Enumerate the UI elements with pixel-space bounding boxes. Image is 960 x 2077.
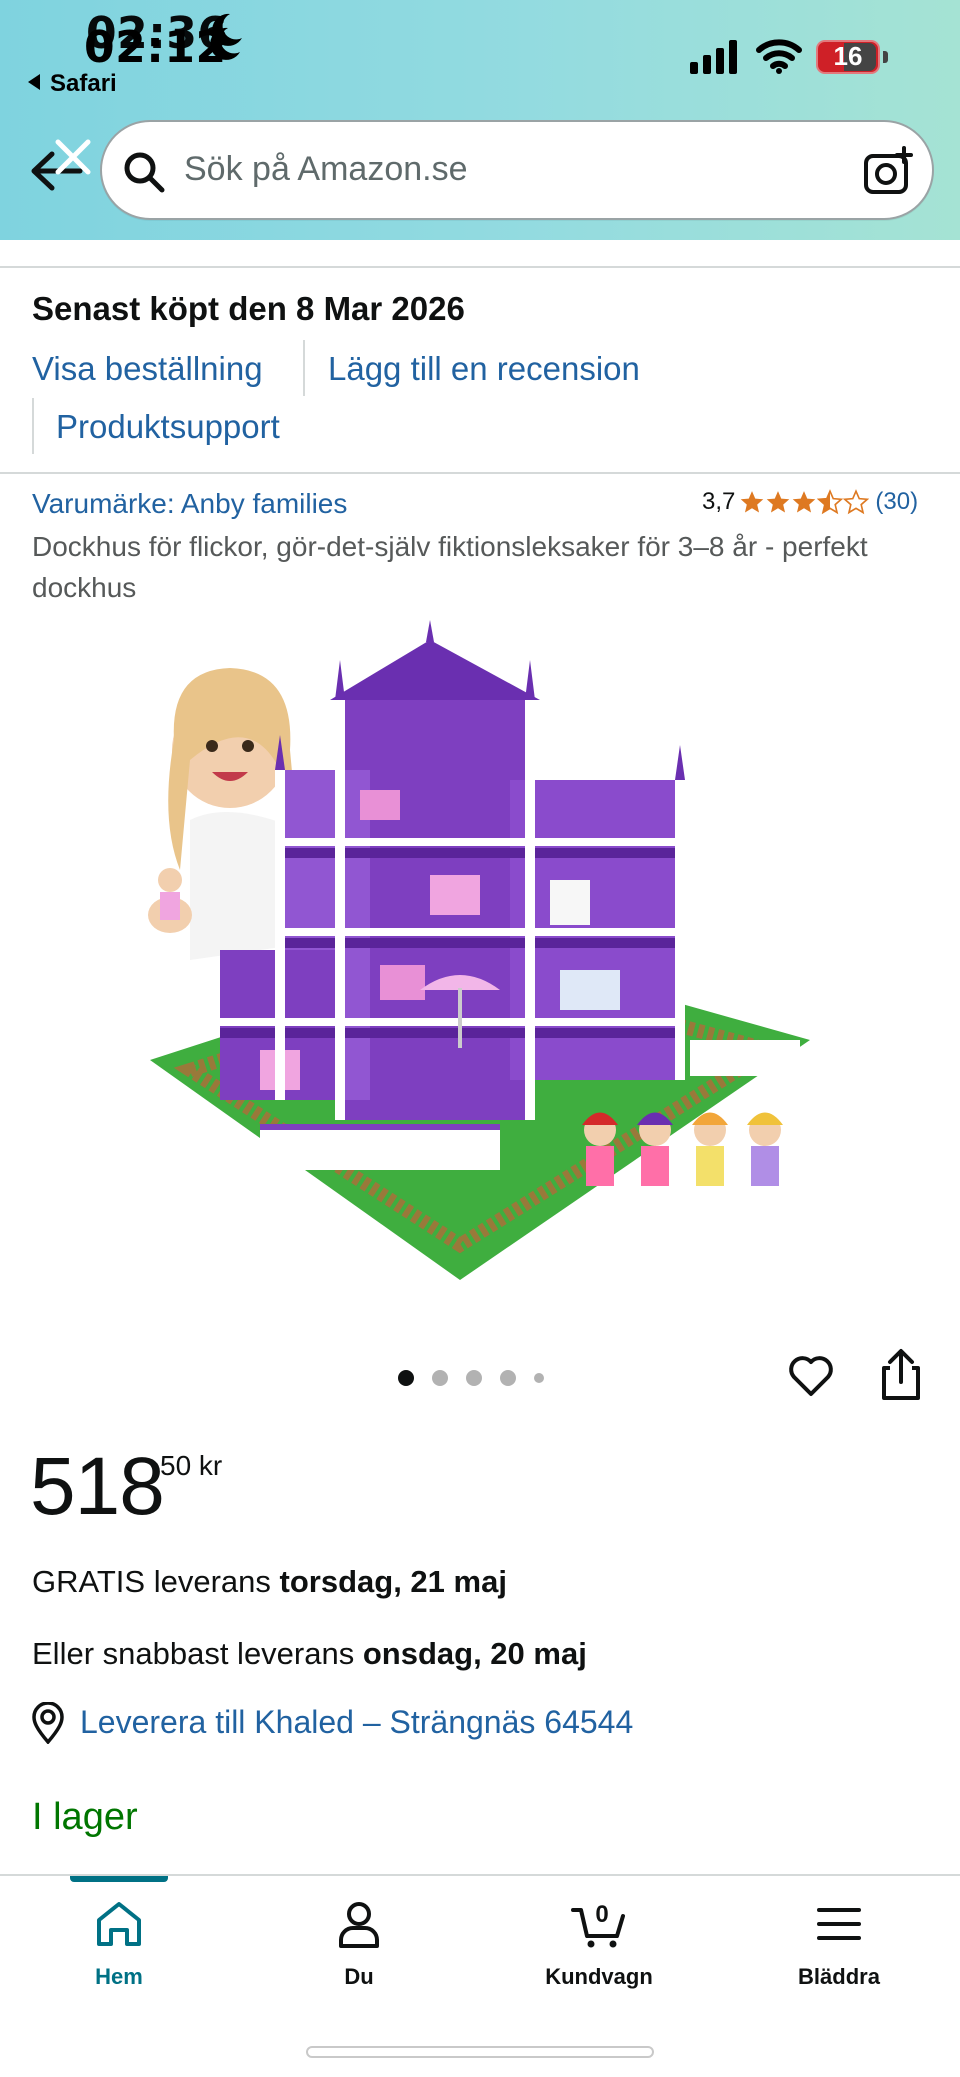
star-full-icon bbox=[767, 491, 790, 513]
wifi-icon bbox=[756, 39, 802, 74]
image-carousel-dots[interactable] bbox=[398, 1368, 544, 1388]
divider bbox=[32, 398, 34, 454]
carousel-dot[interactable] bbox=[534, 1373, 544, 1383]
share-icon[interactable] bbox=[876, 1348, 926, 1402]
star-rating-icon bbox=[739, 489, 870, 515]
carousel-dot[interactable] bbox=[500, 1370, 516, 1386]
product-title: Dockhus för flickor, gör-det-själv fikti… bbox=[32, 531, 868, 603]
star-full-icon bbox=[741, 491, 764, 513]
product-support-link[interactable]: Produktsupport bbox=[56, 408, 280, 446]
tab-home[interactable]: Hem bbox=[19, 1896, 219, 1990]
carousel-dot[interactable] bbox=[466, 1370, 482, 1386]
star-half-icon bbox=[817, 489, 844, 515]
home-icon bbox=[97, 1902, 141, 1946]
active-tab-indicator bbox=[70, 1876, 168, 1882]
person-icon bbox=[339, 1902, 379, 1948]
tab-browse[interactable]: Bläddra bbox=[739, 1896, 939, 1990]
brand-link[interactable]: Varumärke: Anby families bbox=[32, 488, 347, 520]
location-pin-icon bbox=[32, 1702, 64, 1744]
carousel-dot[interactable] bbox=[432, 1370, 448, 1386]
signal-icon bbox=[690, 40, 737, 74]
menu-icon bbox=[817, 1908, 861, 1940]
tab-label: Kundvagn bbox=[545, 1964, 653, 1989]
star-empty-icon bbox=[843, 489, 870, 515]
free-delivery-date: torsdag, 21 maj bbox=[279, 1564, 507, 1599]
camera-icon[interactable] bbox=[862, 146, 914, 198]
divider bbox=[0, 472, 960, 474]
carousel-dot[interactable] bbox=[398, 1370, 414, 1386]
view-order-link[interactable]: Visa beställning bbox=[32, 350, 263, 388]
battery-icon: 16 bbox=[816, 40, 888, 74]
tab-label: Hem bbox=[95, 1964, 143, 1989]
rating-summary[interactable]: 3,7 (30) bbox=[702, 488, 918, 516]
tab-label: Bläddra bbox=[798, 1964, 880, 1989]
tab-label: Du bbox=[344, 1964, 374, 1989]
divider bbox=[0, 266, 960, 268]
search-icon bbox=[124, 152, 165, 193]
rating-value: 3,7 bbox=[702, 488, 736, 515]
fast-delivery-prefix: Eller snabbast leverans bbox=[32, 1636, 363, 1671]
back-app-label: Safari bbox=[50, 70, 117, 97]
price-whole: 518 bbox=[30, 1441, 165, 1532]
moon-icon bbox=[210, 27, 240, 60]
battery-level: 16 bbox=[833, 41, 863, 71]
last-bought-label: Senast köpt den 8 Mar 2026 bbox=[32, 290, 465, 327]
star-full-icon bbox=[793, 491, 816, 513]
back-triangle-icon bbox=[28, 74, 40, 90]
cart-icon: 0 bbox=[571, 1901, 625, 1948]
search-input[interactable]: Sök på Amazon.se bbox=[184, 150, 468, 189]
price: 518 50 kr bbox=[30, 1440, 222, 1534]
search-bar[interactable]: Sök på Amazon.se bbox=[100, 120, 934, 220]
free-delivery-prefix: GRATIS leverans bbox=[32, 1564, 280, 1599]
deliver-to-link[interactable]: Leverera till Khaled – Strängnäs 64544 bbox=[80, 1704, 633, 1741]
rating-count: (30) bbox=[875, 488, 919, 515]
price-fraction: 50 kr bbox=[160, 1450, 223, 1481]
tab-you[interactable]: Du bbox=[259, 1896, 459, 1990]
divider bbox=[303, 340, 305, 396]
fast-delivery-date: onsdag, 20 maj bbox=[362, 1636, 587, 1671]
back-to-app-link[interactable]: Safari bbox=[28, 70, 117, 98]
heart-icon[interactable] bbox=[786, 1350, 836, 1400]
top-header: 02:36 02:12 Safari 16 Sök på Amazon.se bbox=[0, 0, 960, 240]
free-delivery-text: GRATIS leverans torsdag, 21 maj bbox=[32, 1564, 507, 1600]
product-image[interactable] bbox=[130, 620, 830, 1280]
stock-status: I lager bbox=[32, 1796, 138, 1838]
fast-delivery-text: Eller snabbast leverans onsdag, 20 maj bbox=[32, 1636, 587, 1672]
add-review-link[interactable]: Lägg till en recension bbox=[328, 350, 640, 388]
close-icon[interactable] bbox=[50, 134, 96, 180]
home-indicator[interactable] bbox=[306, 2046, 654, 2058]
cart-count: 0 bbox=[595, 1901, 608, 1928]
tab-cart[interactable]: 0 Kundvagn bbox=[499, 1896, 699, 1990]
